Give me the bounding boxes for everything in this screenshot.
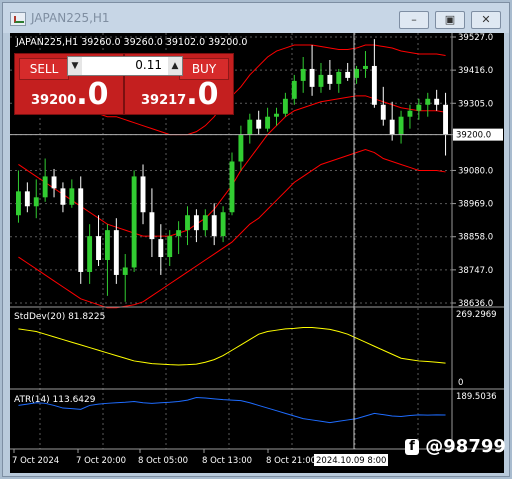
candle-body [96,236,101,261]
stddev-line [18,327,446,366]
candle-body [256,119,262,129]
candle-body [318,74,324,87]
candle-body [24,191,30,207]
candle-body [87,236,93,272]
candle-body [371,65,377,105]
candle-body [247,119,253,135]
candle-body [265,116,271,129]
time-tick-label: 7 Oct 2024 [12,456,59,466]
restore-button[interactable]: ▣ [435,11,465,29]
candle-body [60,188,66,205]
price-tick-label: 39527.0 [458,33,493,43]
time-tick-label: 8 Oct 13:00 [202,456,252,466]
candle-body [131,176,137,268]
candle-body [398,116,404,135]
candle-body [104,230,110,261]
candle-body [363,65,368,69]
time-tick-label: 8 Oct 05:00 [138,456,188,466]
cursor-time-label: 2024.10.09 8:00 [316,456,386,466]
atr-label: ATR(14) 113.6429 [14,395,96,405]
candle-body [158,239,164,258]
candle-body [69,188,75,205]
candle-body [140,176,146,213]
sell-price-main: 39200 [31,93,77,108]
price-tick-label: 39080.0 [458,166,493,176]
candle-body [309,68,315,87]
candle-body [416,104,422,111]
candle-body [443,104,448,135]
candle-body [300,68,306,81]
sell-price-big: .0 [76,77,109,112]
atr-axis-top: 189.5036 [456,392,497,402]
watermark-text: @98799 [425,436,506,457]
candle-body [425,98,431,105]
candle-body [51,176,57,189]
buy-price-main: 39217 [141,93,187,108]
buy-price: 39217.0 [141,77,219,112]
candle-body [291,80,297,99]
price-tick-label: 38858.0 [458,233,493,243]
candle-body [220,212,226,237]
candle-body [176,230,182,237]
candle-body [33,197,39,207]
candle-body [282,98,288,114]
time-tick-label: 8 Oct 21:00 [266,456,316,466]
candle-body [202,215,208,231]
candle-body [16,191,21,216]
close-button[interactable]: ✕ [471,11,501,29]
candle-body [434,98,440,105]
stddev-label: StdDev(20) 81.8225 [14,312,105,322]
window-title: JAPAN225,H1 [31,11,110,25]
candle-body [380,104,386,120]
candle-body [167,236,173,258]
candle-body [193,215,199,231]
candle-body [389,119,395,135]
current-price-label: 39200.0 [456,131,491,141]
price-tick-label: 38747.0 [458,266,493,276]
chart-header: JAPAN225,H1 39260.0 39260.0 39102.0 3920… [15,37,247,48]
stddev-axis-top: 269.2969 [456,310,497,320]
candle-body [185,215,190,231]
candle-body [78,188,84,272]
candle-body [407,110,413,117]
chart-window-icon [10,12,26,26]
candle-body [113,230,119,275]
price-tick-label: 38636.0 [458,299,493,309]
lot-size-stepper[interactable]: ▼ 0.11 ▲ [67,56,183,76]
candle-body [211,215,217,237]
price-tick-label: 39416.0 [458,66,493,76]
candle-body [354,68,360,78]
lot-size-value[interactable]: 0.11 [84,58,166,72]
candle-body [274,113,279,117]
candle-body [345,71,351,78]
candle-body [229,161,235,213]
candle-body [122,267,128,275]
candle-body [42,176,48,198]
time-tick-label: 7 Oct 20:00 [76,456,126,466]
candle-body [149,212,155,240]
stddev-axis-bottom: 0 [458,378,463,388]
minimize-button[interactable]: – [399,11,429,29]
sell-price: 39200.0 [31,77,109,112]
facebook-icon: f [405,439,419,455]
watermark: f @98799 [405,436,506,457]
buy-price-big: .0 [186,77,219,112]
price-tick-label: 38969.0 [458,200,493,210]
price-tick-label: 39305.0 [458,99,493,109]
candle-body [327,74,333,84]
lot-decrease-icon[interactable]: ▼ [68,57,82,75]
lot-increase-icon[interactable]: ▲ [168,57,182,75]
candle-body [336,71,342,84]
candle-body [238,134,244,162]
title-bar[interactable]: JAPAN225,H1 – ▣ ✕ [3,3,509,33]
